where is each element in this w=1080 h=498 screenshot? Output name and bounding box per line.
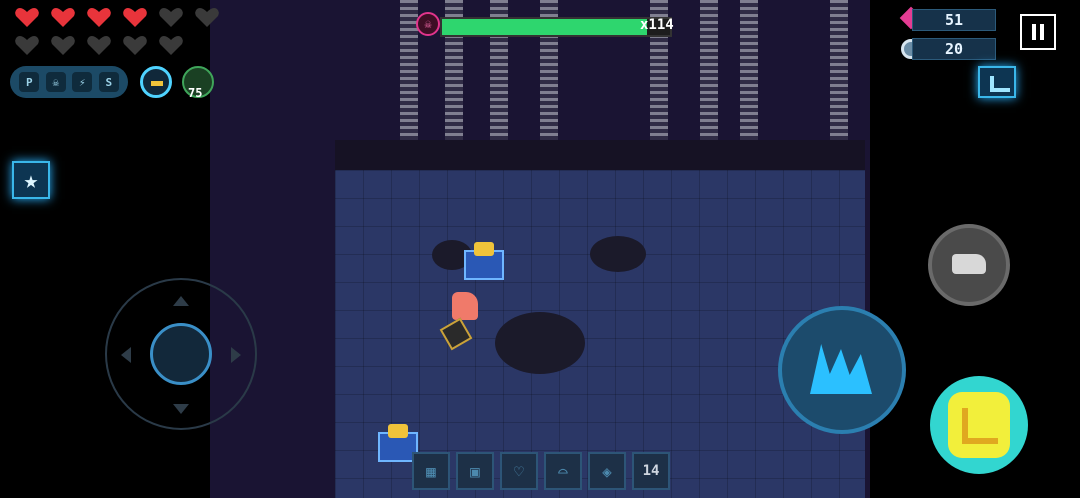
- ammo-slot[interactable]: 14: [632, 452, 670, 490]
- skill-arrow-icon: [962, 408, 998, 444]
- companion-count: 75: [188, 86, 203, 100]
- boss-health-fill: [442, 19, 648, 35]
- turret-head: [388, 424, 408, 438]
- star-icon: ★: [23, 166, 39, 194]
- arrow-right-icon: [231, 347, 241, 363]
- boss-multiplier: x114: [640, 17, 674, 33]
- dungeon-wall: [335, 140, 865, 172]
- pause-button[interactable]: [1020, 14, 1056, 50]
- heart-full-icon: [122, 6, 148, 28]
- item-slot-heart[interactable]: ♡: [500, 452, 538, 490]
- floor-crater: [495, 312, 585, 374]
- buff-bar: P ☠ ⚡ S: [10, 66, 128, 98]
- item-slot-bag[interactable]: ▣: [456, 452, 494, 490]
- pause-icon: [1040, 24, 1044, 40]
- minimap-button[interactable]: [978, 66, 1016, 98]
- star-skill-button[interactable]: ★: [12, 161, 50, 199]
- item-slot-target[interactable]: ◈: [588, 452, 626, 490]
- pause-icon: [1032, 24, 1036, 40]
- arrow-left-icon: [121, 347, 131, 363]
- boss-skull-icon: ☠: [416, 12, 440, 36]
- arrow-down-icon: [173, 404, 189, 414]
- heart-full-icon: [14, 6, 40, 28]
- floor-crater: [590, 236, 646, 272]
- health-hearts: [14, 6, 224, 60]
- heart-empty-icon: [14, 34, 40, 56]
- attack-claw-icon: [810, 344, 872, 394]
- gun-icon: [151, 81, 163, 86]
- heart-empty-icon: [158, 6, 184, 28]
- heart-empty-icon: [158, 34, 184, 56]
- arrow-up-icon: [173, 296, 189, 306]
- minimap-icon: [990, 76, 1010, 92]
- buff-s: S: [98, 72, 119, 92]
- skill-icon: [948, 392, 1010, 458]
- parts-counter: 20: [912, 38, 996, 60]
- weapon-status-icon: [140, 66, 172, 98]
- joystick-knob[interactable]: [150, 323, 212, 385]
- boss-health-bar: [440, 17, 672, 37]
- swap-weapon-icon: [952, 254, 986, 274]
- heart-full-icon: [50, 6, 76, 28]
- buff-p: P: [19, 72, 40, 92]
- buff-lightning: ⚡: [72, 72, 93, 92]
- buff-skull: ☠: [45, 72, 66, 92]
- heart-empty-icon: [194, 6, 220, 28]
- heart-empty-icon: [122, 34, 148, 56]
- heart-full-icon: [86, 6, 112, 28]
- gem-counter: 51: [912, 9, 996, 31]
- player-character: [452, 292, 478, 320]
- item-slot-mask[interactable]: ⌓: [544, 452, 582, 490]
- item-slot-map[interactable]: ▦: [412, 452, 450, 490]
- attack-button[interactable]: [778, 306, 906, 434]
- heart-empty-icon: [86, 34, 112, 56]
- swap-weapon-button[interactable]: [928, 224, 1010, 306]
- turret-head: [474, 242, 494, 256]
- heart-empty-icon: [50, 34, 76, 56]
